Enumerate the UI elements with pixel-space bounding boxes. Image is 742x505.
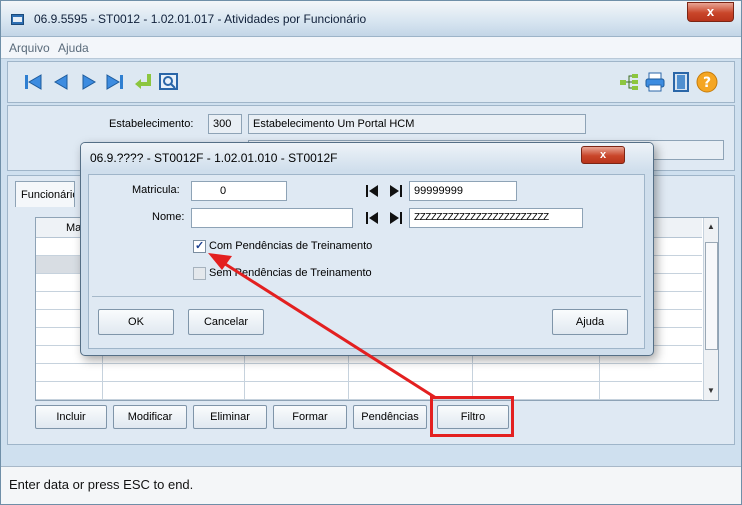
dialog-title-bar: 06.9.???? - ST0012F - 1.02.01.010 - ST00… [81,143,653,171]
formar-button[interactable]: Formar [273,405,347,429]
last-record-icon[interactable] [104,71,126,93]
print-icon[interactable] [644,71,666,93]
estabelecimento-name-field: Estabelecimento Um Portal HCM [248,114,586,134]
ajuda-button[interactable]: Ajuda [552,309,628,335]
nome-from-field[interactable] [191,208,353,228]
filtro-button[interactable]: Filtro [437,405,509,429]
toolbar: ? [7,61,735,103]
ok-button[interactable]: OK [98,309,174,335]
last-range-icon[interactable] [387,209,405,227]
sem-pendencias-checkbox[interactable] [193,267,206,280]
first-range-icon[interactable] [363,209,381,227]
status-message: Enter data or press ESC to end. [9,477,194,492]
goto-icon[interactable] [132,71,154,93]
com-pendencias-label[interactable]: Com Pendências de Treinamento [209,240,372,252]
scroll-up-icon[interactable]: ▲ [707,222,715,231]
matricula-from-field[interactable]: 0 [191,181,287,201]
vertical-scrollbar[interactable]: ▲ ▼ [703,218,718,400]
svg-text:?: ? [703,75,711,91]
tab-funcionarios[interactable]: Funcionários [15,181,75,207]
last-range-icon[interactable] [387,182,405,200]
scroll-thumb[interactable] [705,242,718,350]
filter-dialog: 06.9.???? - ST0012F - 1.02.01.010 - ST00… [80,142,654,356]
matricula-label: Matricula: [132,184,180,196]
estabelecimento-code-field[interactable]: 300 [208,114,242,134]
dialog-close-button[interactable]: x [581,146,625,164]
grid-header-label: Ma [66,222,82,234]
search-icon[interactable] [158,71,180,93]
nome-to-field[interactable]: ZZZZZZZZZZZZZZZZZZZZZZZZ [409,208,583,228]
table-row[interactable] [36,364,702,382]
menu-ajuda[interactable]: Ajuda [58,41,89,55]
cancelar-button[interactable]: Cancelar [188,309,264,335]
help-icon[interactable]: ? [696,71,718,93]
previous-record-icon[interactable] [50,71,72,93]
status-bar: Enter data or press ESC to end. [1,466,741,504]
incluir-button[interactable]: Incluir [35,405,107,429]
next-record-icon[interactable] [78,71,100,93]
nome-label: Nome: [152,211,185,223]
com-pendencias-checkbox[interactable]: ✓ [193,240,206,253]
dialog-body: Matricula: 0 99999999 Nome: ZZZZZZZZZZZZ… [88,174,645,349]
title-bar: 06.9.5595 - ST0012 - 1.02.01.017 - Ativi… [1,1,741,37]
eliminar-button[interactable]: Eliminar [193,405,267,429]
window-title: 06.9.5595 - ST0012 - 1.02.01.017 - Ativi… [34,12,367,26]
app-icon [11,14,24,25]
modificar-button[interactable]: Modificar [113,405,187,429]
tree-icon[interactable] [618,71,640,93]
estabelecimento-label: Estabelecimento: [109,118,194,130]
close-button[interactable]: x [687,2,734,22]
menu-arquivo[interactable]: Arquivo [9,41,50,55]
matricula-to-field[interactable]: 99999999 [409,181,517,201]
menu-bar: Arquivo Ajuda [1,37,741,59]
dialog-title: 06.9.???? - ST0012F - 1.02.01.010 - ST00… [90,151,338,165]
first-range-icon[interactable] [363,182,381,200]
checkmark-icon: ✓ [195,240,205,252]
scroll-down-icon[interactable]: ▼ [707,386,715,395]
pendencias-button[interactable]: Pendências [353,405,427,429]
exit-door-icon[interactable] [670,71,692,93]
sem-pendencias-label[interactable]: Sem Pendências de Treinamento [209,267,372,279]
dialog-separator [92,296,641,297]
table-row[interactable] [36,382,702,400]
first-record-icon[interactable] [22,71,44,93]
